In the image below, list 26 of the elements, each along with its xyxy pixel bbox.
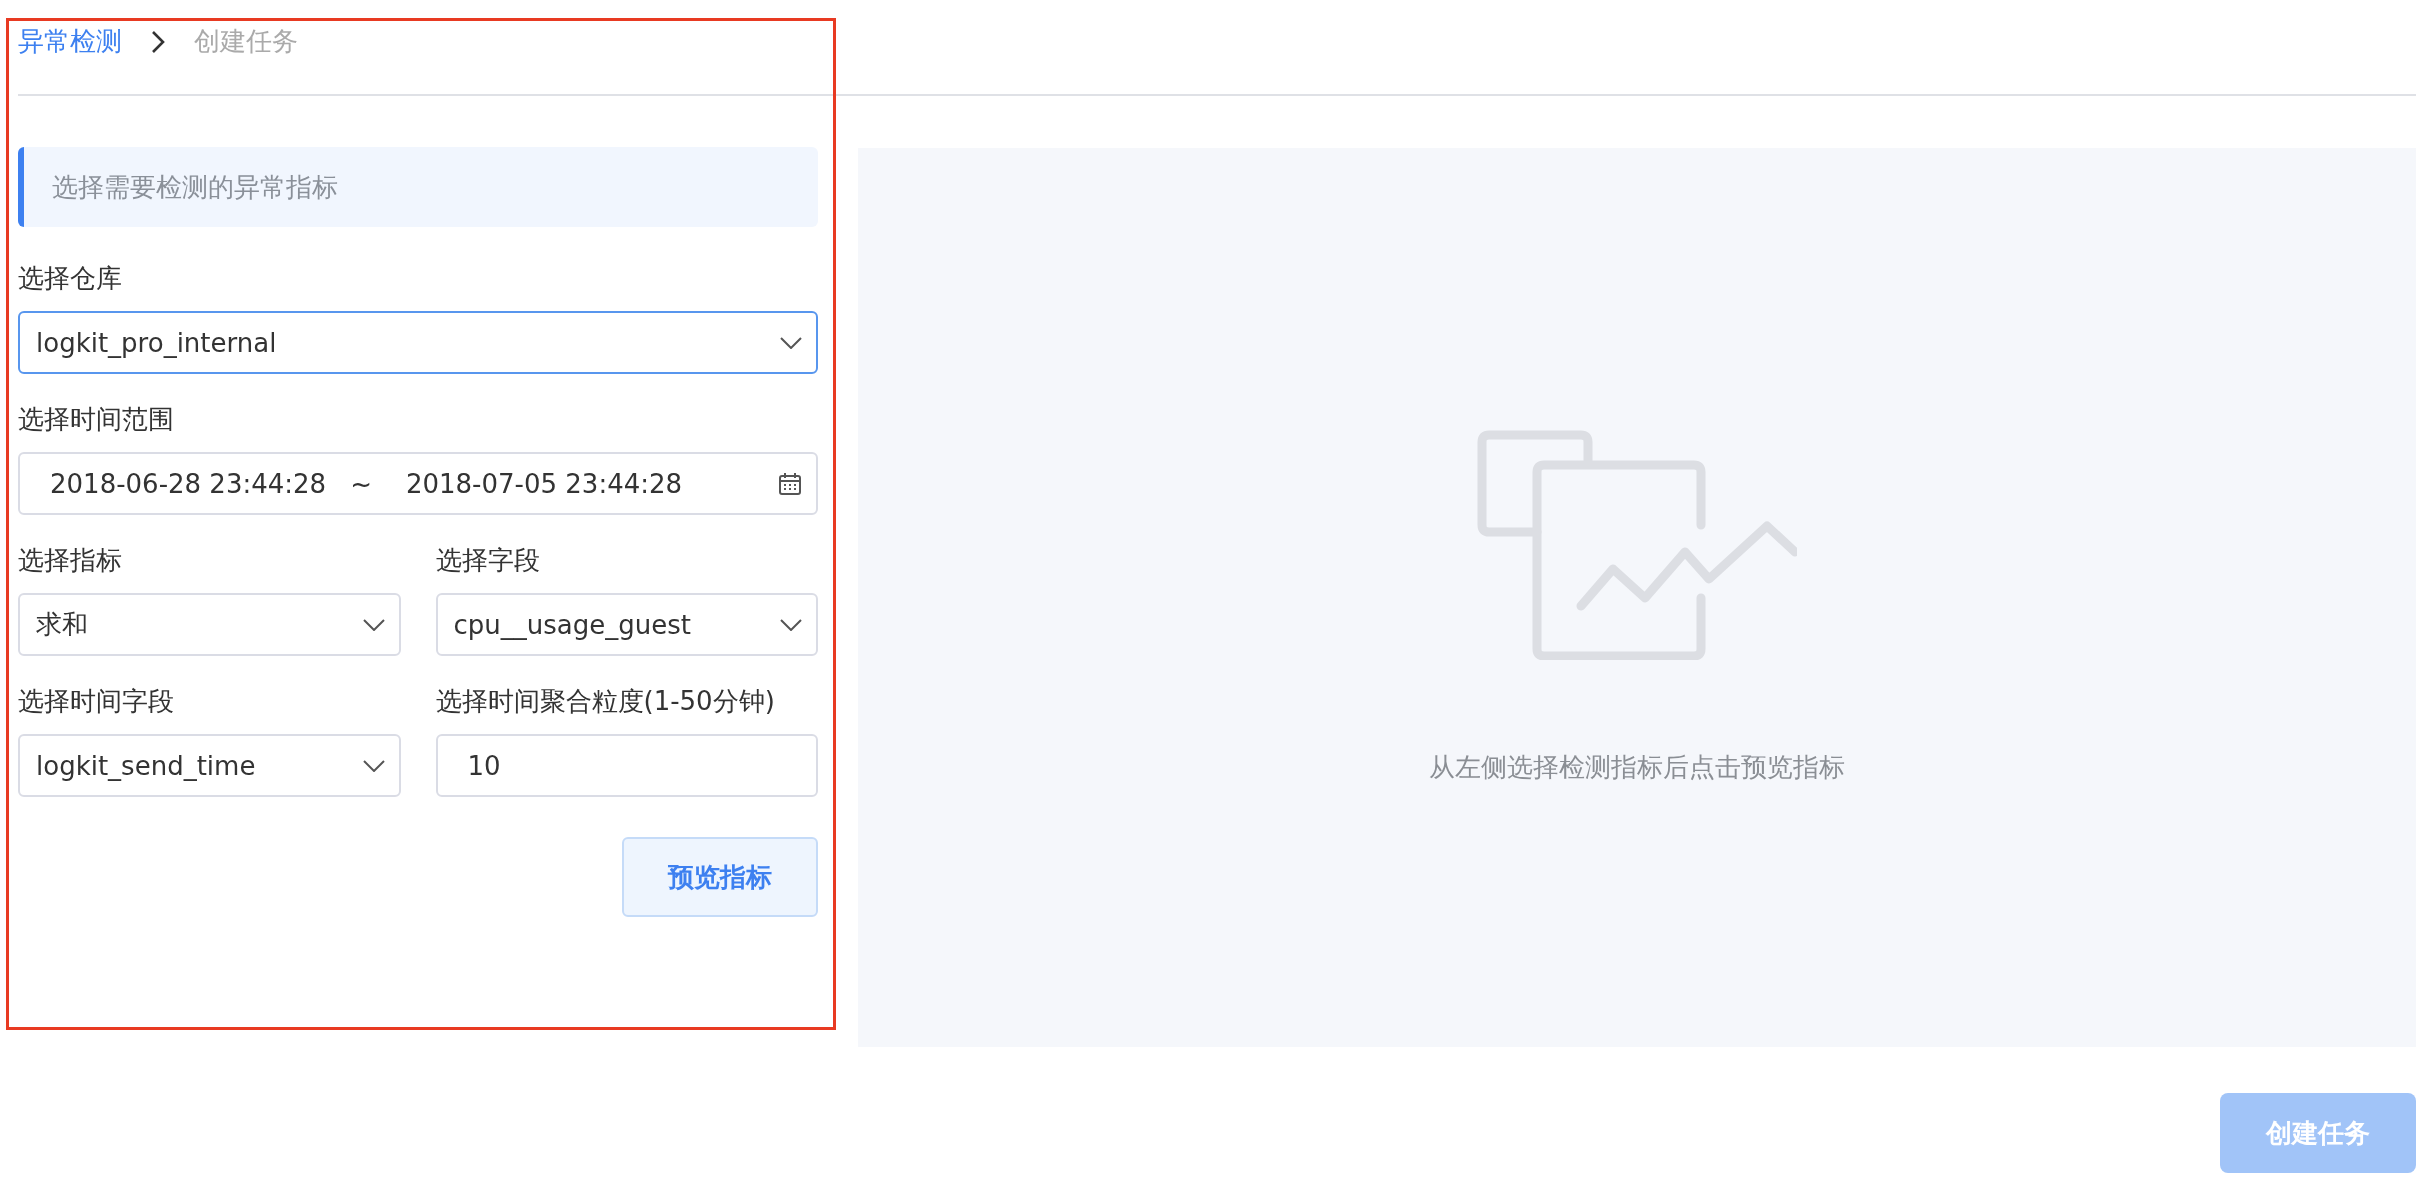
field-label: 选择仓库: [18, 262, 123, 295]
chevron-down-icon: [362, 618, 385, 631]
end-date: 2018-07-05 23:44:28: [405, 468, 683, 499]
range-separator: ~: [350, 468, 372, 499]
calendar-icon: [778, 471, 802, 496]
input-field[interactable]: 10: [435, 734, 818, 797]
line-chart-icon: [1477, 430, 1797, 660]
select-field[interactable]: logkit_pro_internal: [18, 311, 818, 374]
field-label: 选择时间范围: [18, 403, 175, 436]
breadcrumb-item[interactable]: 异常检测: [18, 24, 122, 59]
field-label: 选择指标: [18, 544, 123, 577]
section-title: 选择需要检测的异常指标: [18, 147, 818, 227]
breadcrumb-item: 创建任务: [194, 25, 298, 58]
start-date: 2018-06-28 23:44:28: [50, 468, 327, 499]
field-label: 选择时间聚合粒度(1-50分钟): [435, 685, 776, 718]
chevron-down-icon: [780, 618, 802, 631]
field-label: 选择时间字段: [18, 685, 175, 718]
chevron-right-icon: [150, 28, 166, 55]
select-field[interactable]: 求和: [18, 593, 401, 656]
select-field[interactable]: cpu__usage_guest: [435, 593, 818, 656]
date-range-field[interactable]: 2018-06-28 23:44:28 ~ 2018-07-05 23:44:28: [18, 452, 818, 515]
empty-state-text: 从左侧选择检测指标后点击预览指标: [1429, 751, 1845, 784]
select-field[interactable]: logkit_send_time: [18, 734, 401, 797]
chevron-down-icon: [362, 759, 385, 772]
chevron-down-icon: [780, 336, 802, 349]
field-label: 选择字段: [435, 544, 541, 577]
